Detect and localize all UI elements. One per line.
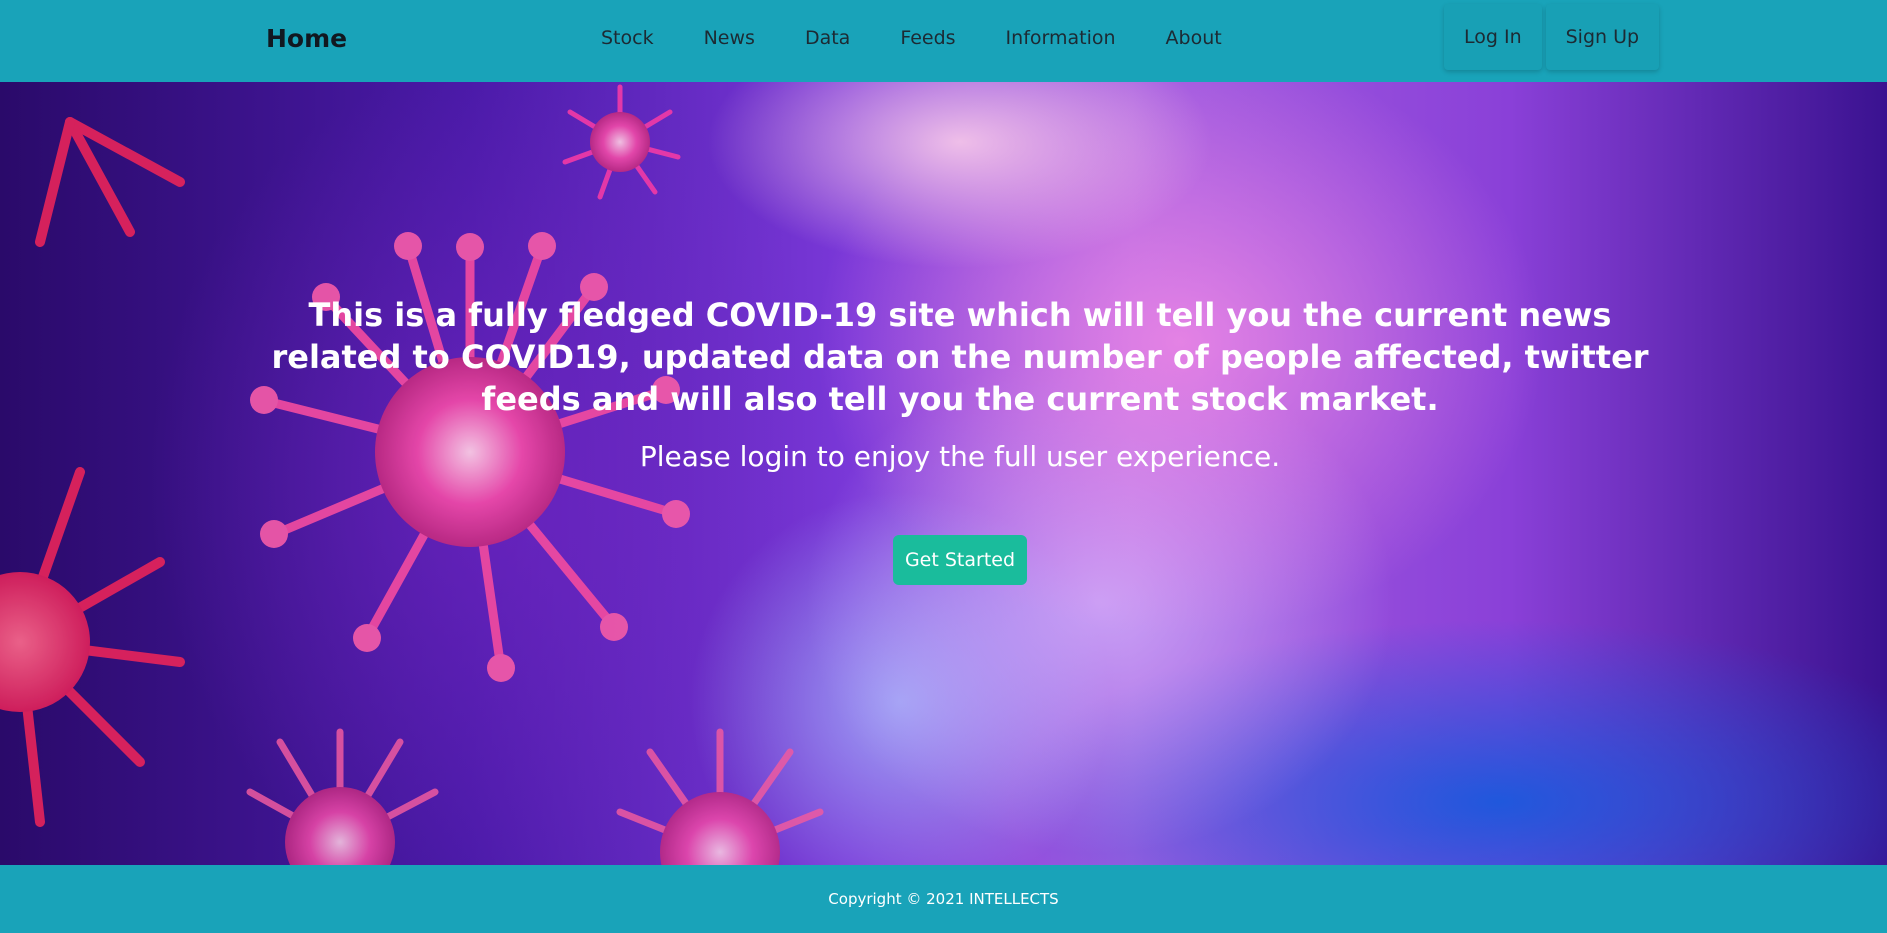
auth-buttons: Log In Sign Up <box>1444 4 1660 70</box>
copyright-text: Copyright © 2021 INTELLECTS <box>828 890 1059 908</box>
signup-button[interactable]: Sign Up <box>1545 4 1660 70</box>
nav-links: Stock News Data Feeds Information About <box>576 0 1247 76</box>
brand-home-link[interactable]: Home <box>266 24 347 53</box>
nav-link-news[interactable]: News <box>679 27 780 49</box>
hero-headline: This is a fully fledged COVID-19 site wh… <box>271 296 1649 418</box>
nav-link-information[interactable]: Information <box>981 27 1141 49</box>
top-navbar: Home Stock News Data Feeds Information A… <box>0 0 1887 82</box>
footer: Copyright © 2021 INTELLECTS <box>0 865 1887 933</box>
nav-link-about[interactable]: About <box>1141 27 1247 49</box>
hero-content: This is a fully fledged COVID-19 site wh… <box>0 82 1887 865</box>
nav-link-data[interactable]: Data <box>780 27 875 49</box>
hero-subheadline: Please login to enjoy the full user expe… <box>639 440 1281 473</box>
nav-link-stock[interactable]: Stock <box>576 27 679 49</box>
login-button[interactable]: Log In <box>1444 4 1542 70</box>
get-started-button[interactable]: Get Started <box>893 535 1027 585</box>
hero-section: This is a fully fledged COVID-19 site wh… <box>0 82 1887 865</box>
nav-link-feeds[interactable]: Feeds <box>875 27 980 49</box>
